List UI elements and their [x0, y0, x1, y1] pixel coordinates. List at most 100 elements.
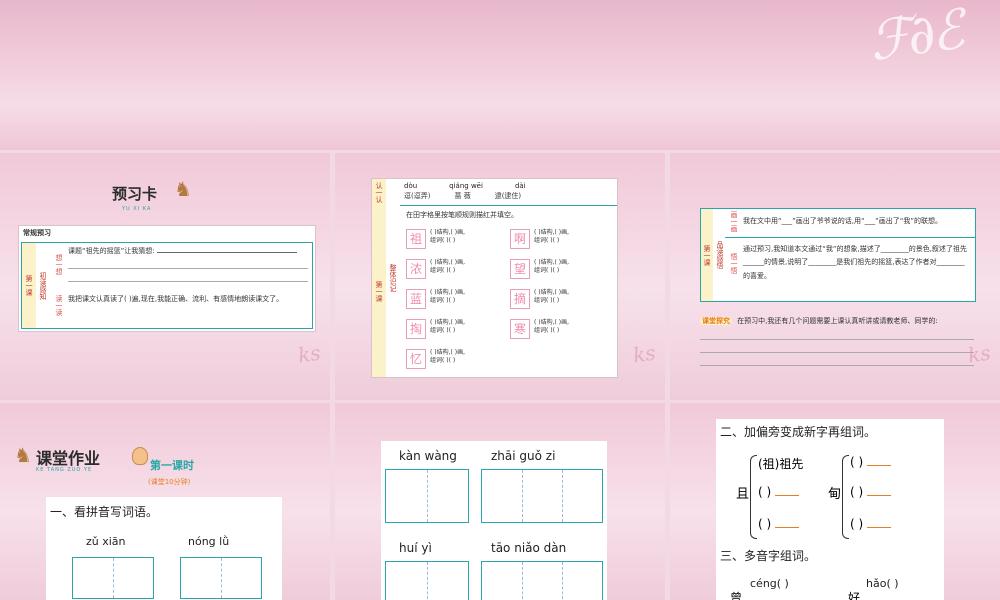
fill-item: ( )结构,( )画, 组词( )( ) [430, 319, 465, 335]
base-char: 且 [736, 487, 750, 502]
writing-grid[interactable] [385, 469, 469, 523]
answer-line[interactable] [68, 256, 308, 270]
writing-grid[interactable] [72, 557, 154, 599]
logo-text: 课堂作业 [36, 449, 101, 468]
watermark: ks [296, 340, 322, 368]
row-label-draw: 画一画 [730, 211, 738, 232]
struct-text: ( )结构,( )画, [534, 229, 569, 236]
slide-thumbnail-2[interactable]: 认一认 第一课 整体识记 dòu qiáng wēi dài 逗(逗弄) 蔷 薇… [335, 153, 665, 400]
side-lesson: 第一课 [372, 205, 386, 377]
fill-item: ( )结构,( )画, 组词( )( ) [430, 289, 465, 305]
pinyin: qiáng wēi [449, 182, 483, 190]
pinyin-card: 一、看拼音写词语。 zǔ xiān nóng lǜ [46, 497, 282, 600]
writing-grid[interactable] [180, 557, 262, 599]
answer-line[interactable] [700, 340, 974, 353]
compound-item[interactable]: ( ) [758, 517, 800, 531]
logo-preview-card: 预习卡 ♞ YU XI KA [112, 177, 202, 212]
answer-line[interactable] [867, 495, 892, 496]
struct-text: ( )结构,( )画, [430, 259, 465, 266]
trace-char[interactable]: 忆 [406, 349, 426, 369]
word: 逗(逗弄) [404, 192, 431, 200]
brace [750, 455, 757, 539]
group-text: 组词( )( ) [430, 327, 456, 335]
compound-item: (祖)祖先 [758, 457, 804, 471]
horse-icon: ♞ [14, 443, 32, 467]
logo-subtitle: KE TANG ZUO YE [36, 467, 93, 473]
compound-item[interactable]: ( ) [850, 517, 892, 531]
compound-item[interactable]: ( ) [850, 485, 892, 499]
row-label-think: 想一想 [55, 253, 63, 275]
side-lesson: 第一课 [701, 209, 713, 301]
side-recognize: 认一认 [372, 179, 386, 205]
writing-grid[interactable] [385, 561, 469, 600]
pinyin-card: kàn wàng zhāi guǒ zi huí yì tāo niǎo dàn [381, 441, 607, 600]
trace-char[interactable]: 蓝 [406, 289, 426, 309]
slide-thumbnail-3[interactable]: 第一课 品读感悟 画一画 悟一悟 我在文中用“___”画出了爷爷说的话,用“__… [670, 153, 1000, 400]
pinyin: dài [514, 182, 526, 190]
read-text: 我把课文认真读了( )遍,现在,我能正确、流利、有感情地朗读课文了。 [68, 295, 284, 303]
polyphone-char: 曾 [730, 591, 743, 600]
compound-item[interactable]: ( ) [758, 485, 800, 499]
polyphone-char: 好 [848, 591, 861, 600]
divider [400, 205, 617, 206]
row-think-text: 课题“祖先的摇篮”让我猜想: [68, 247, 308, 283]
logo-classwork: ♞ 课堂作业 KE TANG ZUO YE [14, 441, 124, 481]
logo-text: 预习卡 [112, 185, 158, 203]
struct-text: ( )结构,( )画, [534, 319, 569, 326]
compound-item[interactable]: ( ) [850, 455, 892, 469]
answer-line[interactable] [700, 327, 974, 340]
fill-item: ( )结构,( )画, 组词( )( ) [534, 229, 569, 245]
pinyin: dòu [404, 182, 418, 190]
fill-item: ( )结构,( )画, 组词( )( ) [430, 349, 465, 365]
answer-line[interactable] [68, 269, 308, 283]
polyphone-pinyin[interactable]: hǎo( ) [866, 577, 899, 590]
slide-thumbnail-6[interactable]: 二、加偏旁变成新字再组词。 且 (祖)祖先 ( ) ( ) 甸 ( ) ( ) … [670, 403, 1000, 600]
struct-text: ( )结构,( )画, [534, 289, 569, 296]
side-mid: 品读感悟 [716, 241, 724, 269]
pinyin: kàn wàng [399, 449, 457, 463]
divider [725, 237, 975, 238]
blank: ( ) [758, 485, 772, 499]
preview-table: 第一课 初读感知 想一想 读一读 课题“祖先的摇篮”让我猜想: 我把课文认真读了… [21, 242, 313, 329]
student-icon [132, 447, 148, 465]
explore-tag: 课堂探究 [700, 317, 732, 325]
slide-thumbnail-5[interactable]: kàn wàng zhāi guǒ zi huí yì tāo niǎo dàn [335, 403, 665, 600]
polyphone-pinyin[interactable]: céng( ) [750, 577, 789, 590]
answer-line[interactable] [775, 527, 800, 528]
horse-icon: ♞ [174, 177, 192, 201]
struct-text: ( )结构,( )画, [534, 259, 569, 266]
fill-item: ( )结构,( )画, 组词( )( ) [534, 289, 569, 305]
trace-char[interactable]: 祖 [406, 229, 426, 249]
slide-thumbnail-1[interactable]: 预习卡 ♞ YU XI KA 常规预习 第一课 初读感知 想一想 读一读 课题“… [0, 153, 330, 400]
trace-char[interactable]: 摘 [510, 289, 530, 309]
trace-char[interactable]: 啊 [510, 229, 530, 249]
fill-item: ( )结构,( )画, 组词( )( ) [430, 259, 465, 275]
watermark: ks [631, 340, 657, 368]
think-text: 通过预习,我知道本文通过“我”的想象,描述了________的景色,叙述了祖先_… [743, 245, 967, 280]
answer-line[interactable] [775, 495, 800, 496]
trace-char[interactable]: 望 [510, 259, 530, 279]
writing-grid[interactable] [481, 469, 603, 523]
instruction: 在田字格里按笔顺规则描红并填空。 [406, 211, 518, 219]
answer-line[interactable] [867, 465, 892, 466]
trace-char[interactable]: 浓 [406, 259, 426, 279]
calligraphy-watermark: ℱ∂ℰ [864, 0, 964, 74]
answer-line[interactable] [700, 353, 974, 366]
side-mid: 整体识记 [386, 179, 400, 377]
section-heading: 三、多音字组词。 [720, 549, 817, 563]
fill-item: ( )结构,( )画, 组词( )( ) [430, 229, 465, 245]
top-banner: ℱ∂ℰ [0, 0, 1000, 150]
blank: ( ) [850, 485, 864, 499]
writing-grid[interactable] [481, 561, 603, 600]
slide-thumbnail-4[interactable]: ♞ 课堂作业 KE TANG ZUO YE 第一课时 (课堂10分钟) 一、看拼… [0, 403, 330, 600]
word-row: 逗(逗弄) 蔷 薇 逮(逮住) [404, 192, 604, 201]
fill-item: ( )结构,( )画, 组词( )( ) [534, 259, 569, 275]
blank: ( ) [850, 455, 864, 469]
trace-char[interactable]: 掏 [406, 319, 426, 339]
answer-line[interactable] [867, 527, 892, 528]
trace-char[interactable]: 寒 [510, 319, 530, 339]
lesson-label: 第一课时 [150, 459, 194, 472]
pinyin: huí yì [399, 541, 432, 555]
brace [842, 455, 849, 539]
answer-line[interactable] [156, 252, 297, 253]
